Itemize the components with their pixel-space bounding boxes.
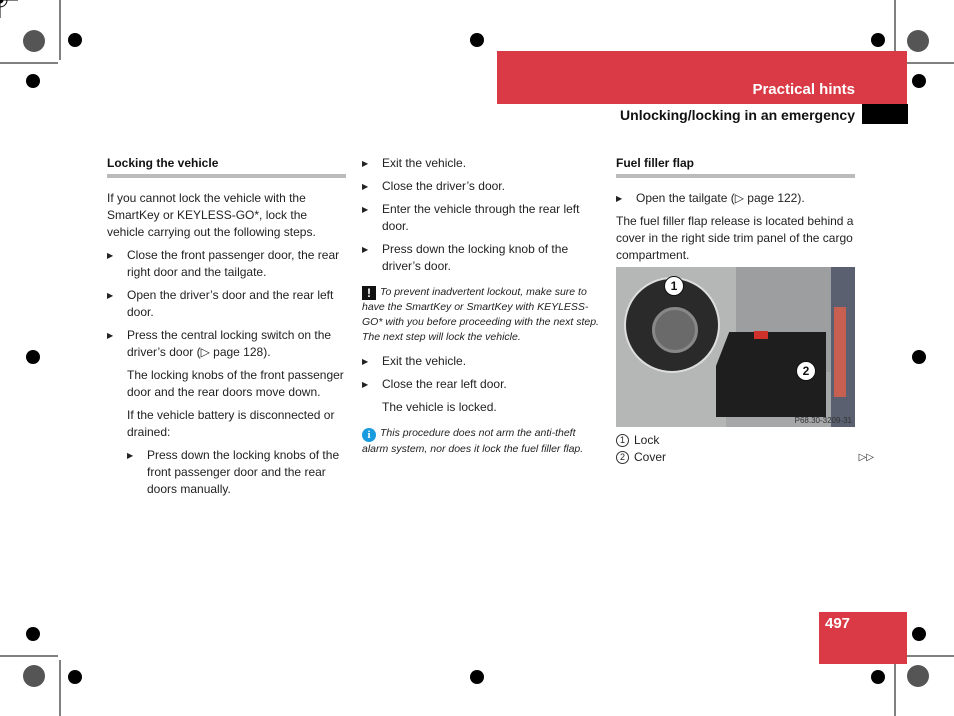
step: Open the tailgate (▷ page 122). [616, 190, 855, 207]
callout-2: 2 [796, 361, 816, 381]
callout-1: 1 [664, 276, 684, 296]
warning-text: To prevent inadvertent lockout, make sur… [362, 286, 599, 343]
step: Exit the vehicle. [362, 353, 602, 370]
cargo-compartment-photo: 1 2 P68.30-3209-31 [616, 267, 855, 427]
step: Exit the vehicle. [362, 155, 602, 172]
section-banner: Practical hints [497, 51, 907, 104]
heading-fuel-filler-flap: Fuel filler flap [616, 156, 855, 178]
result-text: The locking knobs of the front passenger… [127, 368, 344, 399]
legend-item: 2 Cover ▷▷ [616, 449, 876, 466]
section-title: Practical hints [752, 81, 855, 98]
left-column: Locking the vehicle If you cannot lock t… [107, 156, 346, 504]
description-text: The fuel filler flap release is located … [616, 214, 854, 262]
step: Enter the vehicle through the rear left … [362, 201, 602, 235]
page-subtitle: Unlocking/locking in an emergency [620, 107, 855, 123]
info-text: This procedure does not arm the anti-the… [362, 427, 584, 455]
heading-locking-vehicle: Locking the vehicle [107, 156, 346, 178]
step: Open the driver’s door and the rear left… [107, 287, 346, 321]
warning-icon: ! [362, 286, 376, 300]
step: Close the driver’s door. [362, 178, 602, 195]
warning-note: ! To prevent inadvertent lockout, make su… [362, 285, 602, 345]
step: Close the rear left door. [362, 376, 602, 393]
manual-page: Practical hints Unlocking/locking in an … [0, 0, 954, 716]
page-number: 497 [825, 615, 851, 632]
continued-icon: ▷▷ [858, 452, 874, 463]
result-text: The vehicle is locked. [382, 400, 497, 414]
legend-item: 1 Lock [616, 432, 876, 449]
image-code: P68.30-3209-31 [794, 416, 852, 425]
battery-text: If the vehicle battery is disconnected o… [127, 408, 335, 439]
thumb-tab [862, 104, 908, 124]
info-icon: i [362, 428, 376, 442]
legend: 1 Lock 2 Cover ▷▷ [616, 432, 876, 466]
page-number-box: 497 [819, 612, 907, 664]
right-column: Fuel filler flap Open the tailgate (▷ pa… [616, 156, 855, 270]
substep: Press down the locking knobs of the fron… [107, 447, 346, 498]
info-note: i This procedure does not arm the anti-th… [362, 426, 602, 457]
intro-text: If you cannot lock the vehicle with the … [107, 191, 316, 239]
step: Press down the locking knob of the drive… [362, 241, 602, 275]
step: Press the central locking switch on the … [107, 327, 346, 361]
middle-column: Exit the vehicle. Close the driver’s doo… [362, 155, 602, 465]
step: Close the front passenger door, the rear… [107, 247, 346, 281]
